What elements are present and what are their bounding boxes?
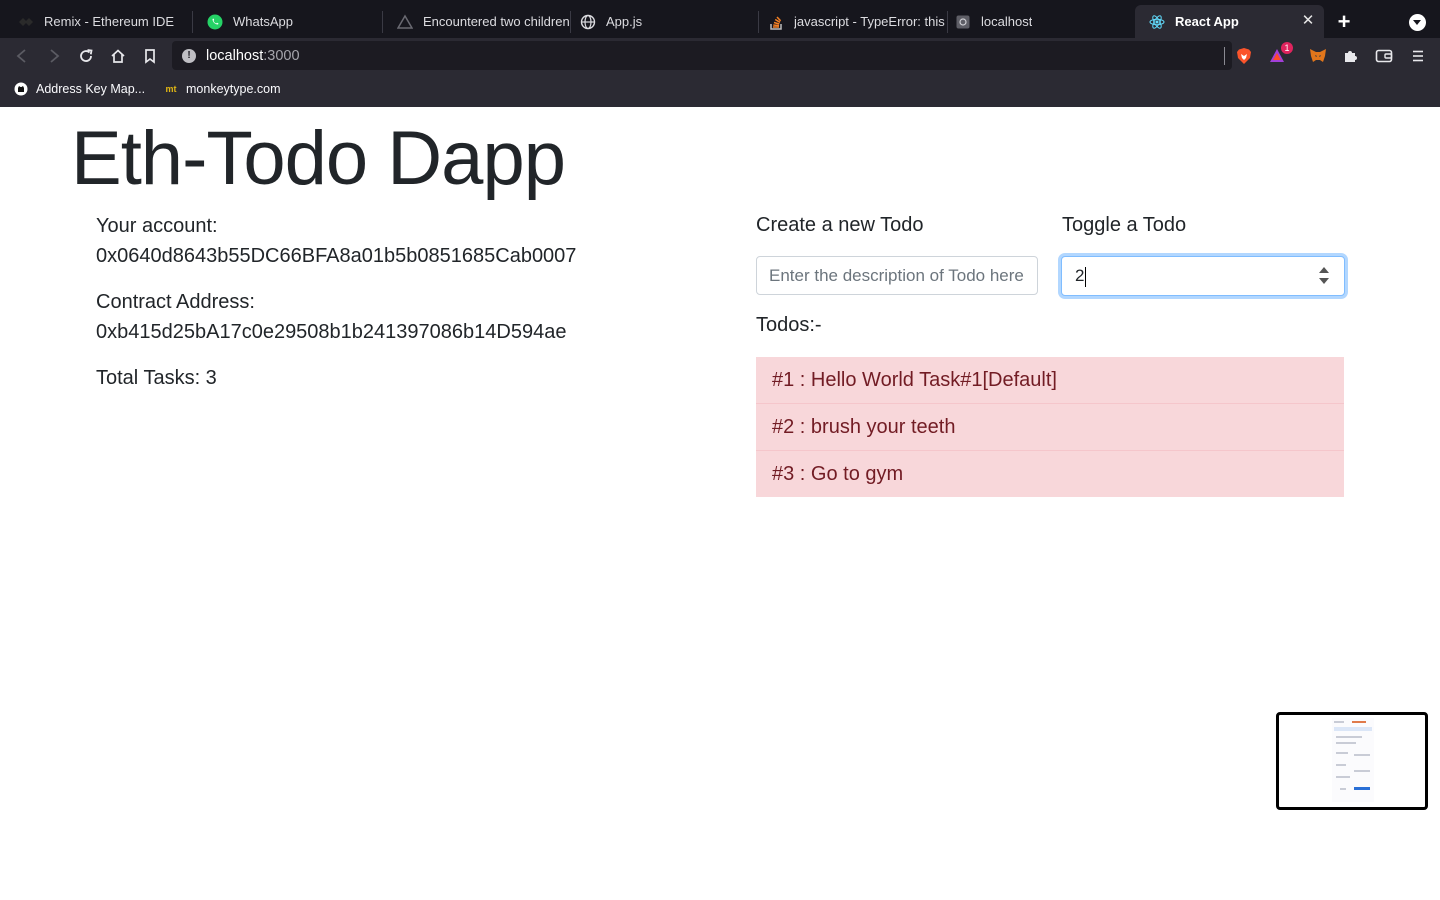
preview-line xyxy=(1352,721,1366,723)
todo-item[interactable]: #2 : brush your teeth xyxy=(756,404,1344,451)
close-tab-icon[interactable]: ✕ xyxy=(1300,13,1316,29)
preview-sheet xyxy=(1332,718,1374,802)
home-button[interactable] xyxy=(108,46,128,66)
bookmark-icon xyxy=(145,49,155,64)
divider xyxy=(1224,47,1225,65)
popup-preview-thumbnail[interactable] xyxy=(1276,712,1428,810)
contract-label: Contract Address: xyxy=(96,291,255,313)
tab-list-chevron-icon[interactable] xyxy=(1409,14,1426,31)
metamask-fox-icon xyxy=(1310,49,1326,62)
url-host: localhost xyxy=(206,48,264,64)
number-spinner[interactable] xyxy=(1318,265,1330,287)
bookmarks-bar: Address Key Map... mt monkeytype.com xyxy=(0,73,1440,107)
url-text: localhost:3000 xyxy=(206,48,300,64)
preview-line xyxy=(1354,787,1370,790)
tab-label: WhatsApp xyxy=(233,14,293,29)
bookmark-label: monkeytype.com xyxy=(186,82,281,96)
forward-button[interactable] xyxy=(44,46,64,66)
tab-label: Encountered two children w xyxy=(423,14,569,29)
tab-label: React App xyxy=(1175,14,1239,29)
preview-line xyxy=(1354,754,1370,756)
tab-vercel[interactable]: Encountered two children w xyxy=(383,5,569,38)
preview-line xyxy=(1336,764,1346,766)
menu-button[interactable] xyxy=(1408,46,1428,66)
spinner-down-icon[interactable] xyxy=(1319,278,1329,284)
toggle-todo-label: Toggle a Todo xyxy=(1062,214,1187,236)
vercel-icon xyxy=(397,14,413,30)
tab-appjs[interactable]: App.js xyxy=(566,5,756,38)
toggle-todo-input[interactable]: 2 xyxy=(1061,256,1345,296)
back-button[interactable] xyxy=(12,46,32,66)
page-title: Eth-Todo Dapp xyxy=(71,116,566,201)
monkeytype-icon: mt xyxy=(165,84,177,94)
preview-line xyxy=(1336,742,1356,744)
tab-remix[interactable]: Remix - Ethereum IDE xyxy=(4,5,190,38)
tab-whatsapp[interactable]: WhatsApp xyxy=(193,5,381,38)
github-icon xyxy=(14,82,28,96)
forward-arrow-icon xyxy=(50,49,60,63)
url-port: :3000 xyxy=(263,48,300,64)
brave-shields-button[interactable] xyxy=(1234,46,1254,66)
create-todo-input[interactable] xyxy=(756,256,1038,295)
web-page: Eth-Todo Dapp Your account: 0x0640d8643b… xyxy=(0,107,1440,900)
tab-localhost[interactable]: localhost xyxy=(941,5,1133,38)
preview-line xyxy=(1336,776,1350,778)
tab-label: localhost xyxy=(981,14,1033,29)
tab-label: Remix - Ethereum IDE xyxy=(44,14,175,29)
todo-item[interactable]: #3 : Go to gym xyxy=(756,451,1344,497)
tab-label: App.js xyxy=(606,14,643,29)
preview-line xyxy=(1336,752,1348,754)
whatsapp-icon xyxy=(207,14,223,30)
account-label: Your account: xyxy=(96,215,218,237)
todos-label: Todos:- xyxy=(756,314,822,336)
tab-react-app[interactable]: React App ✕ xyxy=(1135,5,1324,38)
bookmark-monkeytype[interactable]: mt monkeytype.com xyxy=(164,82,281,96)
navigation-toolbar: ! localhost:3000 1 xyxy=(0,38,1440,73)
reload-button[interactable] xyxy=(76,46,96,66)
address-bar[interactable]: ! localhost:3000 xyxy=(172,41,1232,70)
contract-address: 0xb415d25bA17c0e29508b1b241397086b14D594… xyxy=(96,321,567,343)
bookmark-label: Address Key Map... xyxy=(36,82,146,96)
bookmark-address-key-map[interactable]: Address Key Map... xyxy=(14,82,145,96)
wallet-icon xyxy=(1375,49,1393,63)
spinner-up-icon[interactable] xyxy=(1319,267,1329,273)
contract-info: Contract Address: 0xb415d25bA17c0e29508b… xyxy=(96,287,566,347)
extensions-button[interactable] xyxy=(1340,46,1360,66)
create-todo-label: Create a new Todo xyxy=(756,214,924,236)
home-icon xyxy=(111,49,125,63)
puzzle-icon xyxy=(1345,51,1357,62)
site-info-icon[interactable]: ! xyxy=(182,49,196,63)
preview-line xyxy=(1354,770,1370,772)
toggle-todo-value: 2 xyxy=(1075,266,1085,285)
bookmark-button[interactable] xyxy=(140,46,160,66)
globe-icon xyxy=(580,14,596,30)
todo-item[interactable]: #1 : Hello World Task#1[Default] xyxy=(756,357,1344,404)
text-caret xyxy=(1085,267,1086,287)
rewards-badge: 1 xyxy=(1281,42,1293,54)
account-address: 0x0640d8643b55DC66BFA8a01b5b0851685Cab00… xyxy=(96,245,577,267)
hamburger-menu-icon xyxy=(1413,50,1423,62)
preview-line xyxy=(1334,721,1344,723)
remix-icon xyxy=(18,14,34,30)
brave-lion-icon xyxy=(1237,48,1251,64)
tab-strip: Remix - Ethereum IDE WhatsApp Encountere… xyxy=(0,0,1440,38)
wallet-button[interactable] xyxy=(1374,46,1394,66)
preview-line xyxy=(1340,788,1346,790)
total-tasks: Total Tasks: 3 xyxy=(96,367,217,389)
brave-rewards-button[interactable]: 1 xyxy=(1267,42,1293,66)
todo-list: #1 : Hello World Task#1[Default] #2 : br… xyxy=(756,357,1344,497)
stackoverflow-icon xyxy=(768,14,784,30)
new-tab-button[interactable]: + xyxy=(1334,11,1354,33)
back-arrow-icon xyxy=(16,49,26,63)
metamask-button[interactable] xyxy=(1308,46,1328,66)
preview-line xyxy=(1334,727,1372,731)
tab-label: javascript - TypeError: this xyxy=(794,14,945,29)
preview-line xyxy=(1336,736,1362,738)
reload-icon xyxy=(80,49,93,62)
page-icon xyxy=(955,14,971,30)
react-icon xyxy=(1149,14,1165,30)
tab-stackoverflow[interactable]: javascript - TypeError: this xyxy=(754,5,946,38)
account-info: Your account: 0x0640d8643b55DC66BFA8a01b… xyxy=(96,211,576,271)
